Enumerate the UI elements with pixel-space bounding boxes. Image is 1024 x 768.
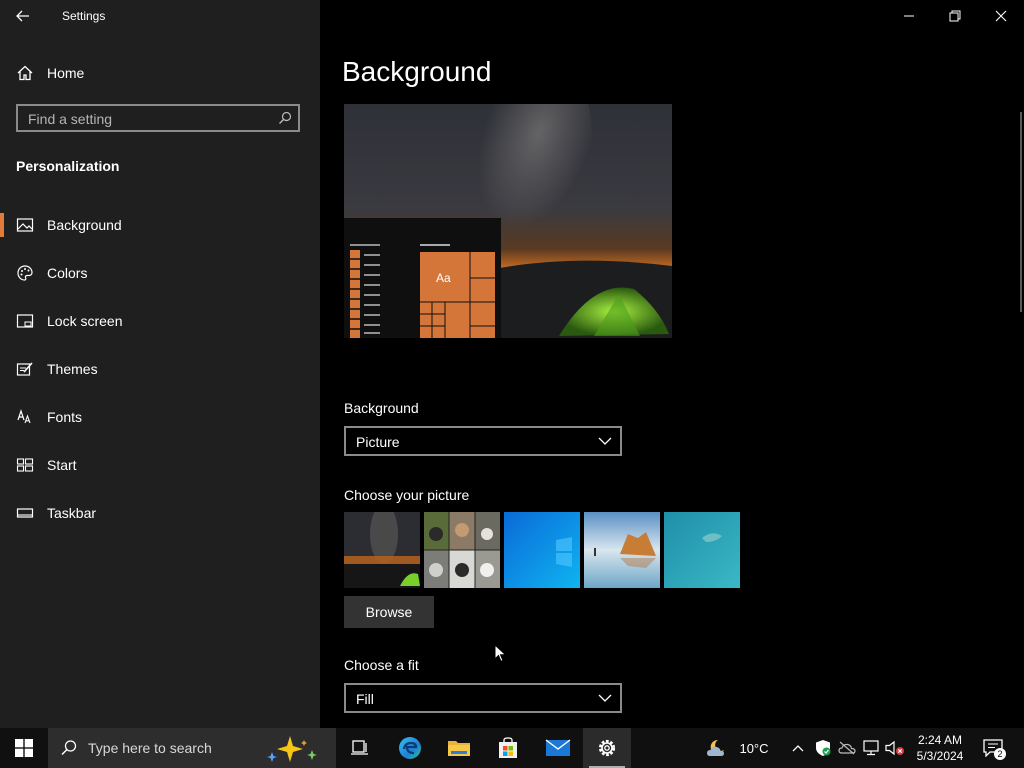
sidebar-item-label: Fonts — [47, 409, 83, 425]
palette-icon — [17, 265, 33, 281]
lock-screen-icon — [16, 314, 34, 328]
wallpaper-preview-image: Aa — [344, 104, 672, 338]
task-view-icon — [351, 740, 368, 755]
volume-tray-button[interactable] — [884, 728, 906, 768]
volume-muted-icon — [885, 740, 904, 756]
restore-button[interactable] — [932, 0, 978, 32]
sidebar: Settings Home Personalization Background… — [0, 0, 320, 728]
background-label: Background — [344, 400, 419, 416]
action-center-button[interactable] — [978, 728, 1008, 768]
gear-icon — [598, 739, 616, 757]
microsoft-store-button[interactable] — [484, 728, 532, 768]
weather-widget-icon-button[interactable] — [700, 728, 736, 768]
title-bar: Settings — [0, 0, 320, 32]
settings-search-box[interactable] — [16, 104, 300, 132]
browse-button[interactable]: Browse — [344, 596, 434, 628]
mouse-cursor-icon — [494, 644, 507, 663]
onedrive-tray-button[interactable] — [836, 728, 858, 768]
sidebar-item-background[interactable]: Background — [0, 205, 320, 245]
settings-taskbar-button[interactable] — [583, 728, 631, 768]
taskbar-clock[interactable]: 2:24 AM 5/3/2024 — [908, 732, 972, 764]
vertical-scrollbar[interactable] — [1020, 112, 1022, 312]
close-button[interactable] — [978, 0, 1024, 32]
fit-value: Fill — [356, 691, 374, 707]
restore-icon — [949, 10, 961, 22]
clock-date: 5/3/2024 — [916, 749, 964, 763]
image-icon — [16, 218, 34, 232]
desktop-preview: Aa — [344, 104, 672, 338]
background-type-value: Picture — [356, 434, 400, 450]
settings-search-input[interactable] — [26, 109, 270, 129]
store-icon — [499, 737, 517, 758]
back-button[interactable] — [10, 5, 36, 27]
search-icon[interactable] — [278, 111, 292, 125]
edge-icon — [399, 737, 421, 759]
home-nav-item[interactable]: Home — [0, 58, 320, 88]
picture-thumbnail-night-tent[interactable] — [344, 512, 420, 588]
close-icon — [995, 10, 1007, 22]
edge-browser-button[interactable] — [386, 728, 434, 768]
sidebar-item-colors[interactable]: Colors — [0, 253, 320, 293]
sidebar-item-taskbar[interactable]: Taskbar — [0, 493, 320, 533]
taskbar-icon — [16, 508, 34, 518]
choose-fit-label: Choose a fit — [344, 657, 419, 673]
fonts-icon — [17, 409, 31, 424]
weather-partly-cloudy-icon — [707, 739, 724, 756]
sidebar-item-label: Taskbar — [47, 505, 97, 521]
task-view-button[interactable] — [336, 728, 384, 768]
windows-logo-icon — [15, 739, 33, 757]
choose-picture-label: Choose your picture — [344, 487, 470, 503]
fit-dropdown[interactable]: Fill — [344, 683, 622, 713]
sidebar-item-start[interactable]: Start — [0, 445, 320, 485]
sidebar-item-lock-screen[interactable]: Lock screen — [0, 301, 320, 341]
taskbar: Type here to search 10°C 2:24 AM 5/3/202… — [0, 728, 1024, 768]
main-content: Background Aa Background Picture Choose … — [320, 0, 1024, 728]
chevron-down-icon — [598, 694, 612, 702]
home-label: Home — [47, 65, 85, 81]
sidebar-item-fonts[interactable]: Fonts — [0, 397, 320, 437]
chevron-down-icon — [598, 437, 612, 445]
themes-icon — [16, 362, 33, 376]
back-arrow-icon — [16, 10, 29, 22]
windows-security-tray-button[interactable] — [812, 728, 834, 768]
sidebar-item-themes[interactable]: Themes — [0, 349, 320, 389]
app-title: Settings — [62, 9, 106, 23]
background-type-dropdown[interactable]: Picture — [344, 426, 622, 456]
picture-thumbnail-underwater[interactable] — [664, 512, 740, 588]
picture-thumbnail-cats[interactable] — [424, 512, 500, 588]
taskbar-search-placeholder: Type here to search — [88, 740, 212, 756]
sidebar-item-label: Background — [47, 217, 122, 233]
show-hidden-icons-button[interactable] — [788, 728, 808, 768]
file-explorer-button[interactable] — [435, 728, 483, 768]
notification-count-badge: 2 — [994, 748, 1006, 760]
home-icon — [17, 65, 33, 81]
start-icon — [16, 458, 34, 472]
security-shield-icon — [816, 740, 831, 756]
search-highlight-sparkle-icon[interactable] — [264, 734, 326, 764]
sidebar-item-label: Lock screen — [47, 313, 123, 329]
picture-thumbnails — [344, 512, 744, 588]
clock-time: 2:24 AM — [917, 733, 963, 747]
picture-thumbnail-windows-blue[interactable] — [504, 512, 580, 588]
minimize-button[interactable] — [886, 0, 932, 32]
sidebar-item-label: Themes — [47, 361, 98, 377]
sidebar-item-label: Colors — [47, 265, 88, 281]
cloud-offline-icon — [838, 741, 856, 755]
folder-icon — [448, 741, 470, 756]
network-tray-button[interactable] — [860, 728, 882, 768]
page-title: Background — [342, 56, 492, 87]
search-icon — [61, 740, 77, 756]
preview-sample-text: Aa — [436, 271, 451, 285]
picture-thumbnail-beach-rocks[interactable] — [584, 512, 660, 588]
section-title: Personalization — [16, 158, 120, 174]
weather-temperature[interactable]: 10°C — [734, 728, 774, 768]
minimize-icon — [904, 15, 914, 17]
mail-button[interactable] — [534, 728, 582, 768]
chevron-up-icon — [792, 745, 804, 752]
start-button[interactable] — [0, 728, 48, 768]
network-ethernet-icon — [863, 740, 879, 756]
mail-icon — [545, 739, 571, 756]
sidebar-item-label: Start — [47, 457, 77, 473]
